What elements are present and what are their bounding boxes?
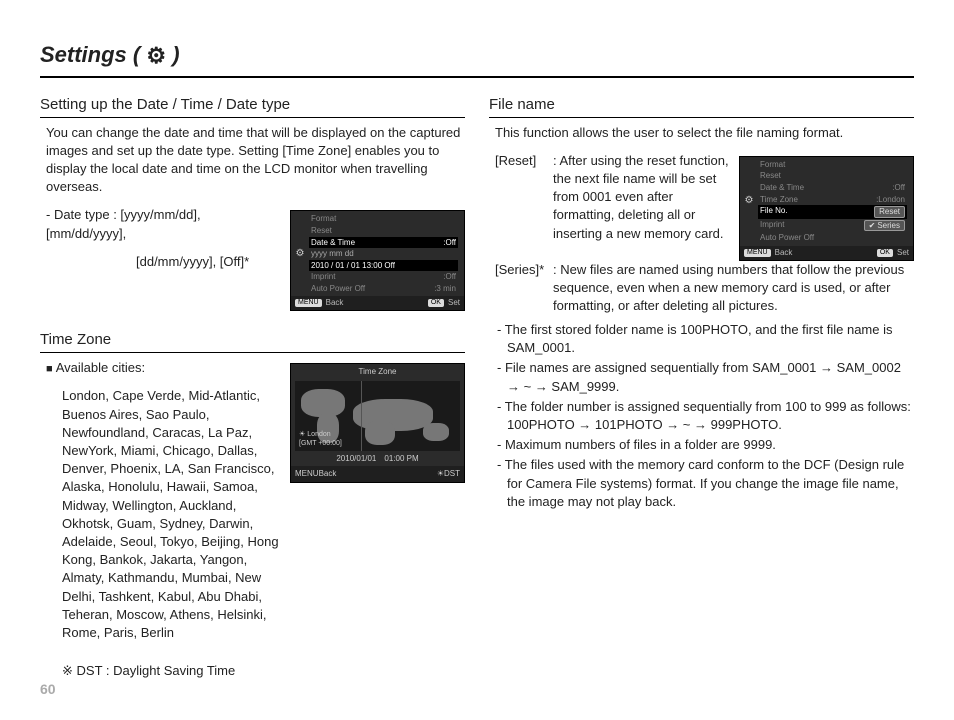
bullet: The files used with the memory card conf…: [497, 456, 914, 511]
lcd-file-no: ⚙ Format Reset Date & Time:Off Time Zone…: [739, 156, 914, 261]
page-title: Settings ( ⚙ ): [40, 40, 914, 78]
gear-icon: ⚙: [743, 195, 755, 207]
gear-icon: ⚙: [146, 43, 166, 68]
bullet: Maximum numbers of files in a folder are…: [497, 436, 914, 454]
menu-key: MENU: [295, 469, 319, 478]
heading-date-time: Setting up the Date / Time / Date type: [40, 92, 465, 118]
date-type-line1: - Date type : [yyyy/mm/dd], [mm/dd/yyyy]…: [46, 206, 280, 242]
world-map-icon: ☀London[GMT +00:00]: [295, 381, 460, 451]
gear-icon: ⚙: [294, 248, 306, 260]
heading-file-name: File name: [489, 92, 914, 118]
file-name-bullets: The first stored folder name is 100PHOTO…: [497, 321, 914, 511]
cities-list: London, Cape Verde, Mid-Atlantic, Buenos…: [62, 387, 280, 642]
dst-note: DST : Daylight Saving Time: [62, 662, 465, 680]
lcd-date-time: ⚙ Format Reset Date & Time:Off yyyy mm d…: [290, 210, 465, 311]
sun-icon: ☀: [299, 431, 305, 438]
page-number: 60: [40, 680, 56, 700]
ok-key: OK: [877, 249, 893, 257]
ok-key: OK: [428, 299, 444, 307]
date-type-line2: [dd/mm/yyyy], [Off]*: [136, 253, 280, 271]
cities-label: Available cities:: [46, 359, 280, 377]
file-name-para: This function allows the user to select …: [495, 124, 914, 142]
def-reset: [Reset] : After using the reset function…: [495, 152, 729, 243]
bullet: The first stored folder name is 100PHOTO…: [497, 321, 914, 357]
menu-key: MENU: [295, 299, 322, 307]
title-prefix: Settings (: [40, 42, 146, 67]
bullet: The folder number is assigned sequential…: [497, 398, 914, 434]
bullet: File names are assigned sequentially fro…: [497, 359, 914, 395]
lcd-time-zone: Time Zone ☀London[GMT +00:00] 2010/01/01…: [290, 363, 465, 483]
menu-key: MENU: [744, 249, 771, 257]
title-suffix: ): [166, 42, 179, 67]
left-column: Setting up the Date / Time / Date type Y…: [40, 88, 465, 691]
date-time-para: You can change the date and time that wi…: [46, 124, 465, 197]
right-column: File name This function allows the user …: [489, 88, 914, 691]
def-series: [Series]* : New files are named using nu…: [495, 261, 914, 316]
sun-icon: ☀: [437, 469, 444, 478]
heading-time-zone: Time Zone: [40, 327, 465, 353]
